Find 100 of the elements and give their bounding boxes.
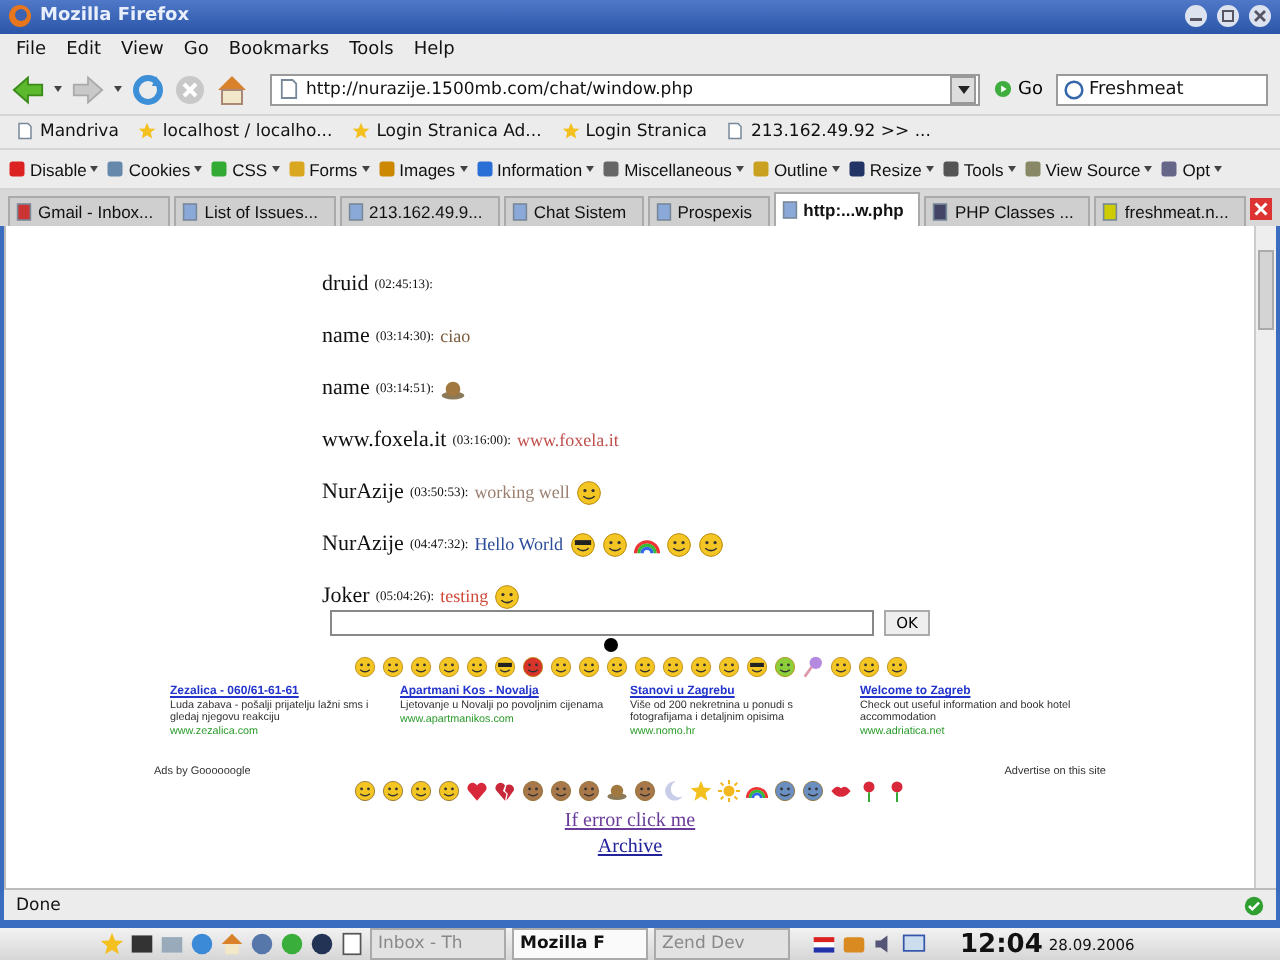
star-icon[interactable] [689,780,711,803]
menu-item[interactable]: Edit [66,39,101,60]
error-link[interactable]: If error click me [564,810,696,833]
menu-item[interactable]: Go [183,39,209,60]
menu-item[interactable]: Help [413,39,455,60]
browser-tab[interactable]: Chat Sistem [503,196,644,227]
square-icon [602,160,621,179]
home-icon[interactable] [220,932,244,957]
browser-tab[interactable]: Gmail - Inbox... [8,196,171,227]
bookmark-item[interactable]: Login Stranica Ad... [352,121,542,142]
smiley-icon[interactable] [381,780,403,803]
toolbar-menu-button[interactable]: Resize [847,159,934,180]
toolbar-menu-button[interactable]: Tools [941,159,1016,180]
caret-icon[interactable] [54,86,62,93]
chat-message: Hello World [474,534,564,555]
notepad-icon[interactable] [340,932,364,957]
taskbar-button[interactable]: Mozilla F [512,928,648,960]
toolbar-menu-button[interactable]: Outline [751,159,840,180]
browser-tab[interactable]: http:...w.php [773,192,921,227]
smiley-icon[interactable] [857,656,879,679]
archive-link[interactable]: Archive [597,836,663,859]
go-button[interactable]: Go [990,79,1047,100]
vertical-scrollbar[interactable] [1254,226,1276,889]
browser-tab[interactable]: List of Issues... [174,196,336,227]
chat-username: www.foxela.it [322,428,447,453]
page-icon [1102,202,1119,223]
animal-icon[interactable] [521,780,543,803]
smiley-icon[interactable] [633,656,655,679]
toolbar-menu-button[interactable]: Images [377,159,468,180]
smiley-icon[interactable] [437,656,459,679]
message-input[interactable] [330,610,875,637]
page-icon [932,202,949,223]
caret-icon [90,166,99,173]
animal-icon[interactable] [633,780,655,803]
toolbar-menu-button[interactable]: Information [475,159,595,180]
close-tab-icon[interactable] [1250,198,1272,221]
menu-item[interactable]: View [121,39,164,60]
smiley-icon[interactable] [465,656,487,679]
browser-tab[interactable]: Prospexis [647,196,770,227]
smiley-icon[interactable] [549,656,571,679]
smiley-icon[interactable] [689,656,711,679]
minimize-icon[interactable] [1184,4,1208,29]
toolbar-menu-button[interactable]: Cookies [106,159,203,180]
monitor-icon[interactable] [902,932,926,957]
sick-face-icon[interactable] [773,656,795,679]
toolbar-menu-button[interactable]: Forms [287,159,370,180]
browser-tab[interactable]: freshmeat.n... [1094,196,1246,227]
smiley-icon[interactable] [605,656,627,679]
star-icon[interactable] [100,932,124,957]
smiley-icon[interactable] [409,656,431,679]
smiley-icon[interactable] [381,656,403,679]
broken-heart-icon[interactable] [493,780,515,803]
smiley-icon[interactable] [717,656,739,679]
smiley-icon[interactable] [437,780,459,803]
reload-icon[interactable] [132,73,164,106]
chat-message: working well [474,482,570,503]
caret-icon [735,166,744,173]
smiley-icon[interactable] [829,656,851,679]
home-icon[interactable] [216,73,248,106]
browser-tab[interactable]: PHP Classes ... [924,196,1091,227]
close-icon[interactable] [1248,4,1272,29]
menu-item[interactable]: Bookmarks [228,39,330,60]
sunglasses-smiley-icon[interactable] [745,656,767,679]
animal-icon[interactable] [577,780,599,803]
square-icon [1160,160,1179,179]
toolbar-menu-button[interactable]: Miscellaneous [602,159,744,180]
smiley-icon[interactable] [353,656,375,679]
address-field[interactable]: http://nurazije.1500mb.com/chat/window.php [270,73,980,106]
angry-face-icon[interactable] [521,656,543,679]
bookmark-item[interactable]: Mandriva [16,121,119,142]
toolbar-menu-button[interactable]: Disable [8,159,99,180]
square-icon [475,160,494,179]
page-icon [347,202,364,223]
smiley-icon[interactable] [353,780,375,803]
back-arrow-icon[interactable] [12,73,44,106]
square-icon [941,160,960,179]
bookmark-item[interactable]: localhost / localho... [138,121,333,142]
sunglasses-smiley-icon[interactable] [493,656,515,679]
bookmark-item[interactable]: 213.162.49.92 >> ... [726,121,931,142]
browser-tab[interactable]: 213.162.49.9... [339,196,500,227]
maximize-icon[interactable] [1216,4,1240,29]
ring-icon [1064,79,1085,100]
smiley-icon[interactable] [661,656,683,679]
smiley-icon[interactable] [885,656,907,679]
page-icon [511,202,528,223]
toolbar-menu-button[interactable]: Opt [1160,159,1222,180]
animal-icon[interactable] [549,780,571,803]
menu-item[interactable]: Tools [349,39,394,60]
caret-icon[interactable] [114,86,122,93]
bookmark-item[interactable]: Login Stranica [561,121,707,142]
flag-icon[interactable] [812,932,836,957]
search-field[interactable]: Freshmeat [1056,73,1268,106]
dropdown-button[interactable] [950,75,976,104]
smiley-icon[interactable] [577,656,599,679]
toolbar-menu-button[interactable]: CSS [210,159,280,180]
toolbar-menu-button[interactable]: View Source [1023,159,1153,180]
menu-item[interactable]: File [16,39,47,60]
page-icon [16,122,34,141]
smiley-icon[interactable] [409,780,431,803]
heart-icon[interactable] [465,780,487,803]
